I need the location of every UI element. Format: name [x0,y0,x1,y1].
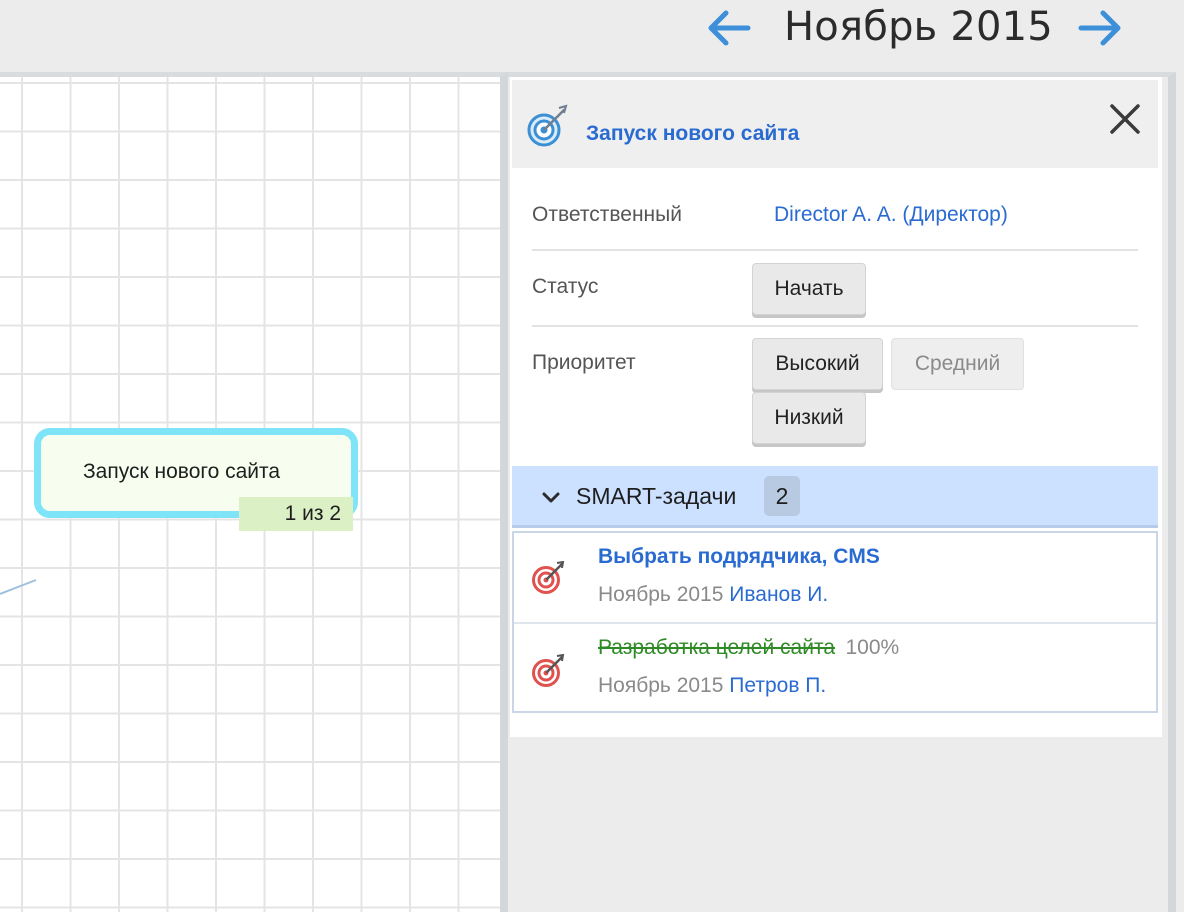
month-navigation: Ноябрь 2015 [700,0,1129,56]
task-title-link[interactable]: Выбрать подрядчика, CMS [598,545,880,569]
start-button[interactable]: Начать [752,263,866,315]
next-month-button[interactable] [1073,2,1129,54]
divider [532,325,1138,327]
smart-task-list: Выбрать подрядчика, CMS Ноябрь 2015 Иван… [512,531,1158,713]
target-icon [532,654,565,687]
task-meta: Ноябрь 2015 Петров П. [598,674,826,698]
divider [532,249,1138,251]
responsible-label: Ответственный [532,203,682,226]
goal-node-label: Запуск нового сайта [83,460,281,483]
arrow-right-icon [1078,10,1121,46]
priority-medium-button[interactable]: Средний [891,338,1024,390]
task-month: Ноябрь 2015 [598,583,724,606]
close-icon[interactable] [1106,100,1144,138]
node-connector [0,579,37,595]
task-owner-link[interactable]: Петров П. [729,674,826,697]
task-meta: Ноябрь 2015 Иванов И. [598,583,828,607]
goal-node[interactable]: Запуск нового сайта 1 из 2 [34,428,358,531]
status-label: Статус [532,275,599,298]
task-percent: 100% [845,636,900,659]
smart-tasks-label: SMART-задачи [576,483,737,509]
smart-tasks-header[interactable]: SMART-задачи 2 [512,466,1158,528]
list-item: Разработка целей сайта 100% Ноябрь 2015 … [514,622,1156,711]
priority-low-button[interactable]: Низкий [752,392,866,444]
task-owner-link[interactable]: Иванов И. [729,583,828,606]
task-title-link-done[interactable]: Разработка целей сайта [598,636,835,659]
detail-panel: Запуск нового сайта Ответственный Direct… [510,77,1162,737]
chevron-down-icon [542,492,560,503]
smart-tasks-count-badge: 2 [764,476,800,516]
task-month: Ноябрь 2015 [598,674,724,697]
prev-month-button[interactable] [700,2,756,54]
panel-header: Запуск нового сайта [512,80,1158,168]
priority-high-button[interactable]: Высокий [752,338,883,390]
priority-label: Приоритет [532,351,636,374]
task-title-row: Разработка целей сайта 100% [598,636,899,660]
list-item: Выбрать подрядчика, CMS Ноябрь 2015 Иван… [514,533,1156,622]
goal-node-counter: 1 из 2 [239,497,353,531]
target-icon [532,561,565,594]
panel-title[interactable]: Запуск нового сайта [586,122,799,146]
month-title: Ноябрь 2015 [784,4,1053,50]
target-icon [527,104,568,147]
arrow-left-icon [708,10,751,46]
responsible-link[interactable]: Director A. A. (Директор) [774,203,1008,227]
